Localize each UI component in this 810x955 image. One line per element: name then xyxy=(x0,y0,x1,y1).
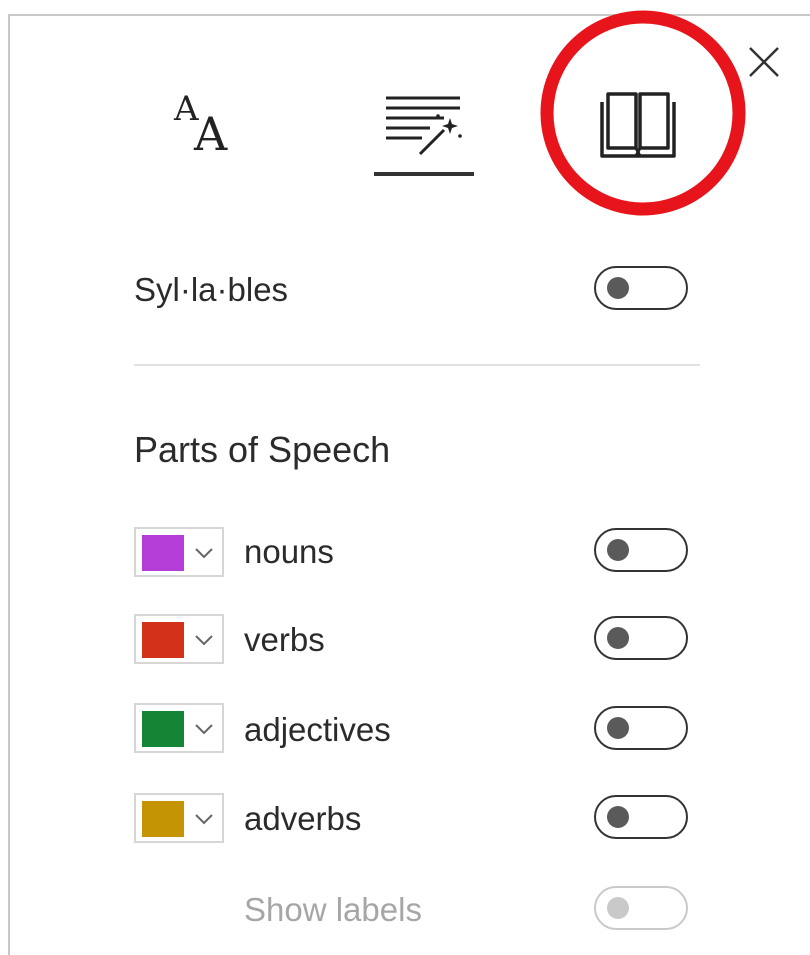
toggle-knob xyxy=(607,717,629,739)
nouns-label: nouns xyxy=(244,533,334,570)
adjectives-color-picker[interactable] xyxy=(134,703,224,753)
adverbs-color-swatch xyxy=(142,801,184,837)
nouns-color-picker[interactable] xyxy=(134,527,224,577)
parts-of-speech-title: Parts of Speech xyxy=(134,429,391,470)
chevron-down-icon xyxy=(195,814,213,825)
toggle-knob xyxy=(607,539,629,561)
toggle-knob xyxy=(607,627,629,649)
chevron-down-icon xyxy=(195,548,213,559)
svg-text:A: A xyxy=(193,107,228,160)
adverbs-toggle[interactable] xyxy=(594,795,688,839)
verbs-color-swatch xyxy=(142,622,184,658)
text-size-tab[interactable]: A A xyxy=(168,84,254,161)
syllables-toggle[interactable] xyxy=(594,266,688,310)
selected-tab-indicator xyxy=(374,172,474,176)
immersive-reader-panel: A A Syl·la·bles Parts of Speech nouns ve… xyxy=(0,0,810,955)
adverbs-color-picker[interactable] xyxy=(134,793,224,843)
nouns-color-swatch xyxy=(142,535,184,571)
show-labels-label: Show labels xyxy=(244,891,422,928)
divider xyxy=(134,364,700,366)
adjectives-toggle[interactable] xyxy=(594,706,688,750)
chevron-down-icon xyxy=(195,635,213,646)
text-preferences-icon xyxy=(386,96,462,156)
adjectives-label: adjectives xyxy=(244,711,391,748)
close-button[interactable] xyxy=(742,40,786,84)
toggle-knob xyxy=(607,806,629,828)
grammar-tools-tab[interactable] xyxy=(588,80,688,170)
verbs-toggle[interactable] xyxy=(594,616,688,660)
book-icon xyxy=(600,92,676,158)
adverbs-label: adverbs xyxy=(244,800,362,837)
text-size-icon: A A xyxy=(173,89,228,161)
nouns-toggle[interactable] xyxy=(594,528,688,572)
text-preferences-tab[interactable] xyxy=(374,84,474,180)
syllables-label: Syl·la·bles xyxy=(134,271,289,308)
adjectives-color-swatch xyxy=(142,711,184,747)
verbs-label: verbs xyxy=(244,621,325,658)
show-labels-toggle xyxy=(594,886,688,930)
toggle-knob xyxy=(607,897,629,919)
verbs-color-picker[interactable] xyxy=(134,614,224,664)
close-icon xyxy=(749,47,779,77)
chevron-down-icon xyxy=(195,724,213,735)
toggle-knob xyxy=(607,277,629,299)
